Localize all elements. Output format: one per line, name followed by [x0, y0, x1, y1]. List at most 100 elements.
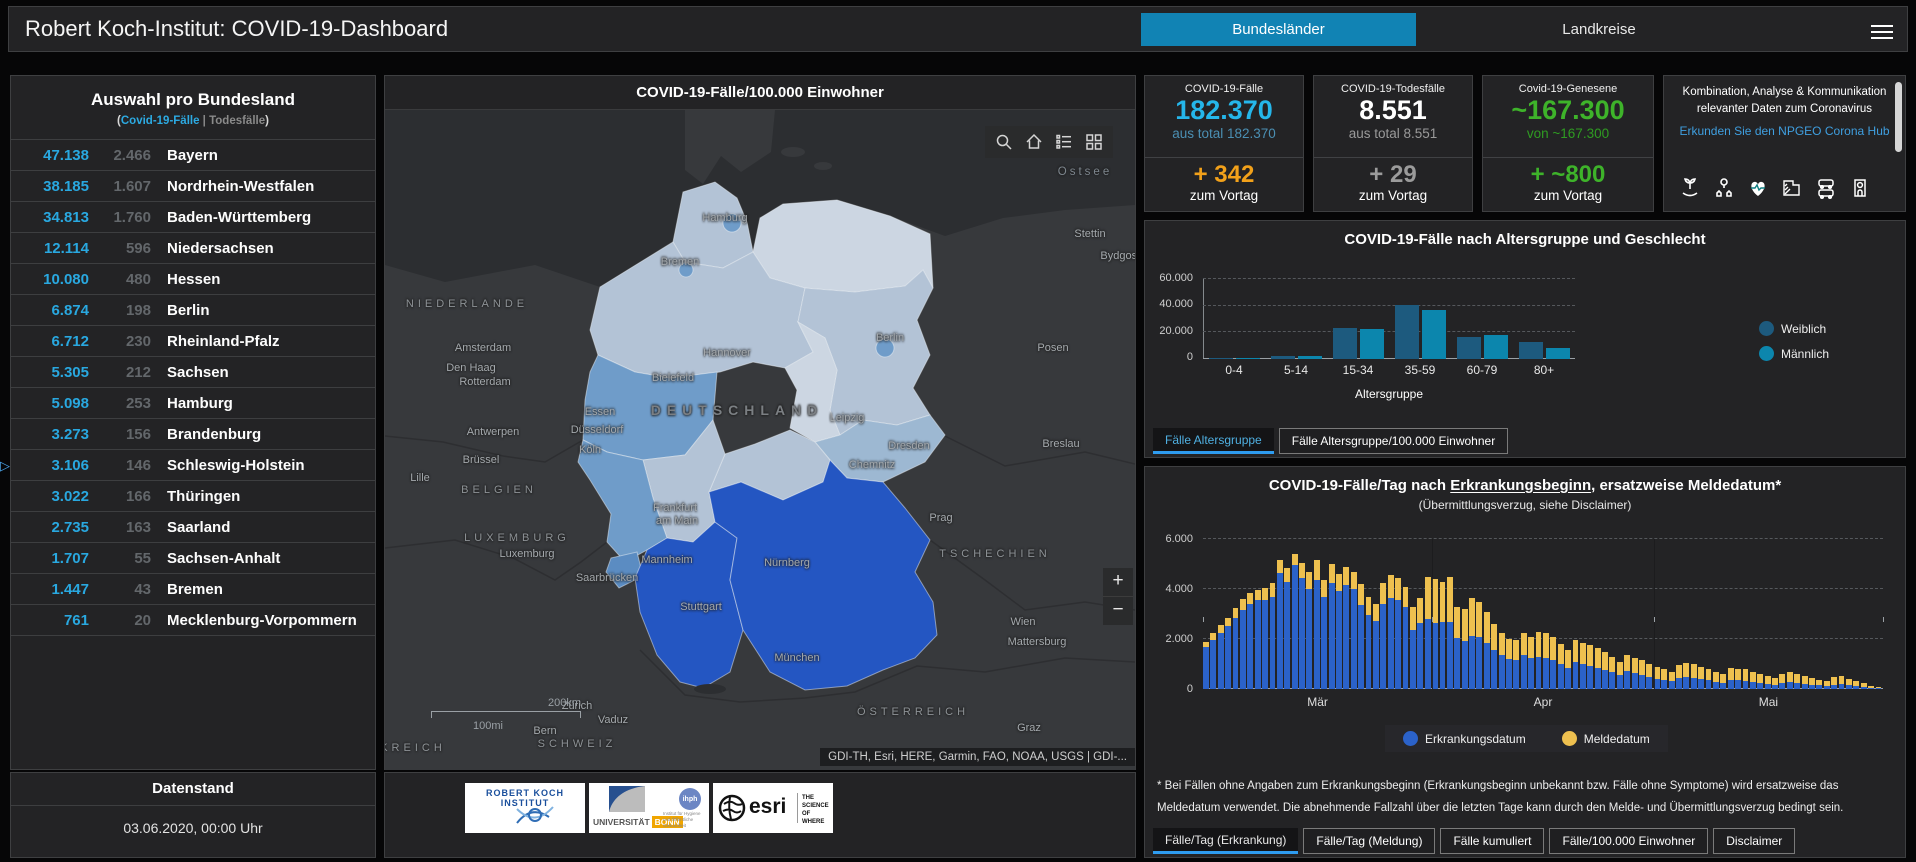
legend-item-Erkrankungsdatum[interactable]: Erkrankungsdatum [1403, 731, 1526, 746]
map-label: Essen [584, 406, 616, 418]
daily-ytick-4000: 4.000 [1165, 583, 1193, 595]
plant-hand-icon[interactable] [1674, 172, 1705, 203]
tab-faelle-altersgruppe-100k[interactable]: Fälle Altersgruppe/100.000 Einwohner [1278, 428, 1509, 454]
age-tabs: Fälle Altersgruppe Fälle Altersgruppe/10… [1153, 428, 1509, 454]
location-houses-icon[interactable] [1708, 172, 1739, 203]
state-row-Baden-Württemberg[interactable]: 34.813 1.760 Baden-Württemberg [11, 201, 375, 232]
state-cases: 5.098 [51, 394, 89, 412]
map-label: Vaduz [597, 714, 629, 726]
home-icon[interactable] [1019, 128, 1049, 156]
zoom-out-button[interactable]: − [1103, 596, 1133, 625]
legend-item-Weiblich[interactable]: Weiblich [1759, 321, 1829, 336]
daily-bar [1609, 656, 1616, 689]
traffic-cars-icon[interactable] [1810, 172, 1841, 203]
state-row-Nordrhein-Westfalen[interactable]: 38.185 1.607 Nordrhein-Westfalen [11, 170, 375, 201]
month-label-Mär: Mär [1307, 695, 1328, 709]
state-row-Rheinland-Pfalz[interactable]: 6.712 230 Rheinland-Pfalz [11, 325, 375, 356]
state-cases: 5.305 [51, 363, 89, 381]
tab-bundeslaender[interactable]: Bundesländer [1141, 13, 1416, 46]
map-label: LUXEMBURG [464, 532, 570, 544]
tab-faelle-100k[interactable]: Fälle/100.000 Einwohner [1549, 828, 1709, 854]
rki-logo[interactable]: ROBERT KOCH INSTITUT [465, 783, 585, 833]
age-bars [1203, 279, 1575, 359]
map-label: Graz [1017, 722, 1041, 734]
daily-chart-panel: COVID-19-Fälle/Tag nach Erkrankungsbegin… [1144, 466, 1906, 858]
state-row-Brandenburg[interactable]: 3.273 156 Brandenburg [11, 418, 375, 449]
germany-choropleth-map[interactable]: Ostsee Stettin Bydgoszcz Hamburg Bremen Hanno… [385, 110, 1135, 770]
state-name: Bayern [167, 146, 218, 164]
daily-ytick-0: 0 [1186, 683, 1193, 695]
map-title: COVID-19-Fälle/100.000 Einwohner [385, 76, 1135, 110]
map-scalebar: 200km 100mi [431, 697, 581, 732]
legend-list-icon[interactable] [1049, 128, 1079, 156]
daily-title-underlined[interactable]: Erkrankungsbeginn [1450, 477, 1591, 494]
panel-expand-arrow-icon[interactable]: ▷ [0, 458, 10, 474]
state-row-Thüringen[interactable]: 3.022 166 Thüringen [11, 480, 375, 511]
subtitle-cases-label[interactable]: Covid-19-Fälle [121, 115, 200, 127]
recovered-subtext: von ~167.300 [1526, 126, 1610, 142]
search-icon[interactable] [989, 128, 1019, 156]
map-zoom-control: + − [1103, 568, 1133, 625]
daily-bar [1646, 664, 1653, 689]
state-row-Mecklenburg-Vorpommern[interactable]: 761 20 Mecklenburg-Vorpommern [11, 604, 375, 636]
logos-panel: ROBERT KOCH INSTITUT UNIVERSITÄT BONN ihp… [384, 772, 1136, 858]
daily-bar [1764, 676, 1771, 689]
state-row-Niedersachsen[interactable]: 12.114 596 Niedersachsen [11, 232, 375, 263]
hub-description: Kombination, Analyse & Kommunikation rel… [1682, 86, 1887, 115]
subtitle-deaths-label[interactable]: Todesfälle [209, 115, 265, 127]
hamburger-menu-icon[interactable] [1871, 21, 1893, 39]
hub-scrollbar[interactable] [1895, 82, 1902, 206]
legend-item-Meldedatum[interactable]: Meldedatum [1561, 731, 1650, 746]
tab-faelle-kumuliert[interactable]: Fälle kumuliert [1440, 828, 1545, 854]
daily-bar [1735, 668, 1742, 689]
tab-faelle-tag-erkrankung[interactable]: Fälle/Tag (Erkrankung) [1153, 828, 1299, 854]
basemap-icon[interactable] [1079, 128, 1109, 156]
legend-item-Männlich[interactable]: Männlich [1759, 346, 1829, 361]
zoom-in-button[interactable]: + [1103, 568, 1133, 596]
age-group-35-59 [1389, 279, 1451, 359]
age-x-label: 5-14 [1283, 363, 1309, 377]
age-chart-title: COVID-19-Fälle nach Altersgruppe und Ges… [1344, 231, 1706, 248]
daily-bar [1587, 645, 1594, 689]
age-x-label: 15-34 [1342, 363, 1374, 377]
daily-bar [1476, 601, 1483, 689]
bar-Männlich-5-14 [1297, 355, 1322, 359]
map-label: Rotterdam [459, 376, 511, 388]
state-row-Sachsen-Anhalt[interactable]: 1.707 55 Sachsen-Anhalt [11, 542, 375, 573]
state-row-Saarland[interactable]: 2.735 163 Saarland [11, 511, 375, 542]
tab-faelle-altersgruppe[interactable]: Fälle Altersgruppe [1153, 428, 1274, 454]
state-row-Hessen[interactable]: 10.080 480 Hessen [11, 263, 375, 294]
bar-Männlich-15-34 [1359, 328, 1384, 359]
state-row-Hamburg[interactable]: 5.098 253 Hamburg [11, 387, 375, 418]
daily-bar [1446, 576, 1453, 689]
state-row-Berlin[interactable]: 6.874 198 Berlin [11, 294, 375, 325]
hub-link[interactable]: Erkunden Sie den NPGEO Corona Hub [1664, 124, 1905, 138]
map-region-icon[interactable] [1776, 172, 1807, 203]
tab-disclaimer[interactable]: Disclaimer [1713, 828, 1796, 854]
daily-bar [1831, 677, 1838, 689]
daily-bar [1550, 636, 1557, 689]
month-label-Apr: Apr [1533, 695, 1553, 709]
subtitle-paren: ) [265, 115, 269, 127]
tab-landkreise[interactable]: Landkreise [1499, 13, 1699, 46]
cases-subtext: aus total 182.370 [1172, 126, 1276, 142]
daily-bar [1498, 632, 1505, 689]
cases-delta: + 342 [1193, 161, 1255, 188]
state-name: Sachsen-Anhalt [167, 549, 281, 567]
map-label: Bielefeld [651, 372, 695, 384]
bar-Männlich-80+ [1545, 348, 1570, 359]
map-label: Den Haag [446, 362, 496, 374]
map-label: Bremen [660, 256, 700, 268]
state-row-Bremen[interactable]: 1.447 43 Bremen [11, 573, 375, 604]
esri-logo[interactable]: esri THE SCIENCE OF WHERE [713, 783, 833, 833]
uni-bonn-logo[interactable]: UNIVERSITÄT BONN ihph Institut für Hygien… [589, 783, 709, 833]
legend-label: Erkrankungsdatum [1425, 731, 1526, 746]
state-list-panel: Auswahl pro Bundesland (Covid-19-Fälle |… [10, 75, 376, 770]
health-heart-icon[interactable] [1742, 172, 1773, 203]
state-row-Sachsen[interactable]: 5.305 212 Sachsen [11, 356, 375, 387]
tab-faelle-tag-meldung[interactable]: Fälle/Tag (Meldung) [1303, 828, 1436, 854]
state-row-Schleswig-Holstein[interactable]: 3.106 146 Schleswig-Holstein [11, 449, 375, 480]
state-row-Bayern[interactable]: 47.138 2.466 Bayern [11, 139, 375, 170]
daily-bar [1262, 587, 1269, 689]
bell-tower-icon[interactable] [1844, 172, 1875, 203]
